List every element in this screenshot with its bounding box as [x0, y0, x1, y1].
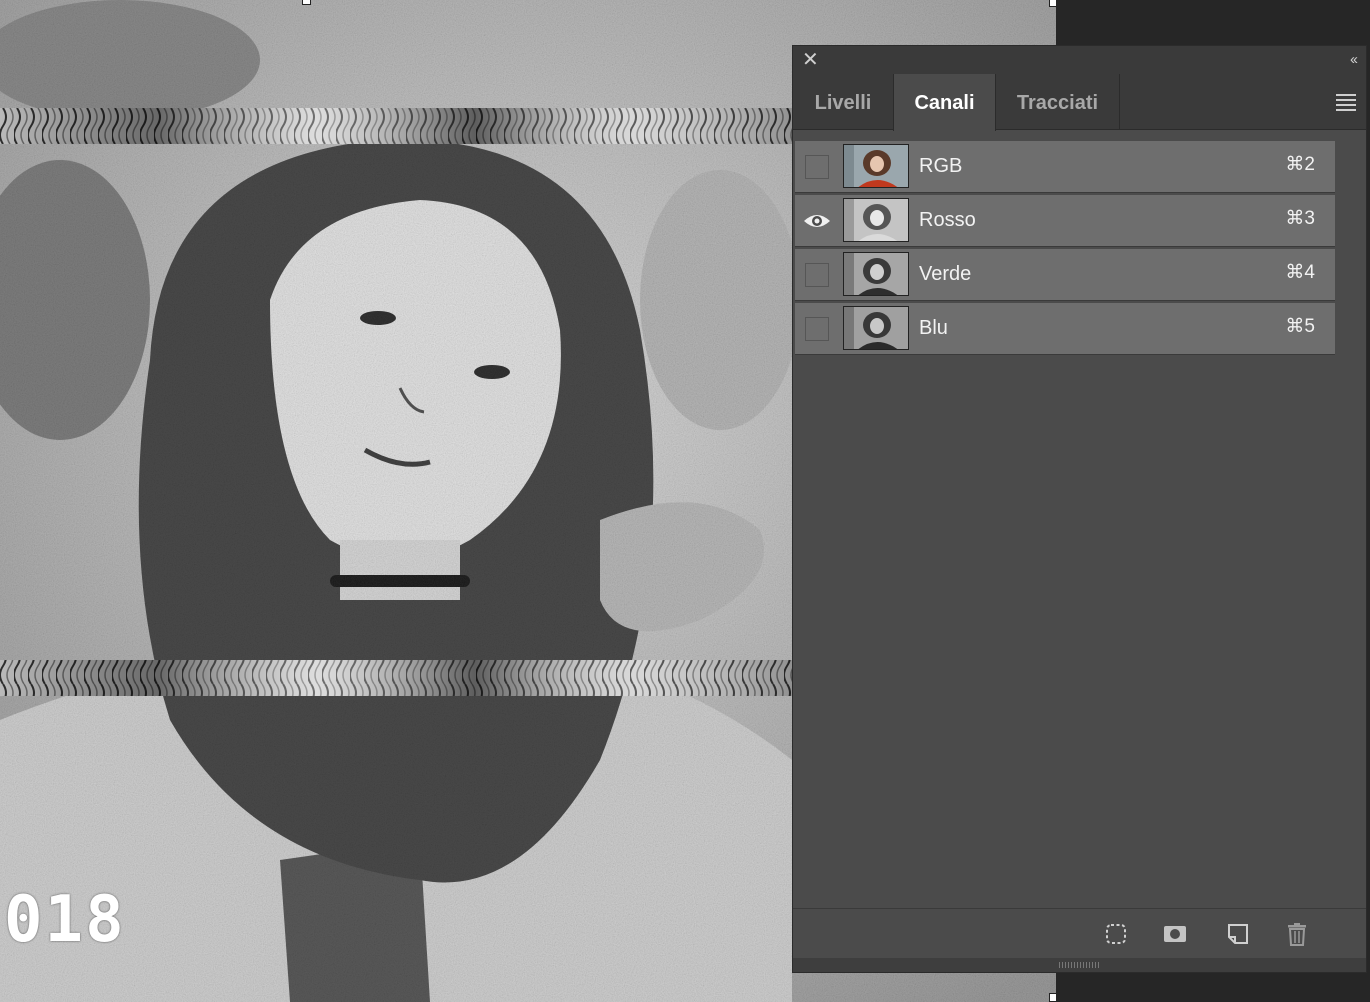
tab-label: Livelli [814, 92, 872, 114]
panel-tabbar: Livelli Canali Tracciati [793, 74, 1366, 131]
channel-name: RGB [919, 155, 963, 177]
channel-thumbnail-verde [843, 252, 909, 296]
channel-shortcut: ⌘4 [1285, 262, 1315, 283]
channel-row-rgb[interactable]: RGB ⌘2 [795, 141, 1335, 193]
visibility-toggle[interactable] [805, 263, 829, 287]
channel-thumbnail-rgb [843, 144, 909, 188]
channel-name: Verde [919, 263, 972, 285]
transform-handle-top-right[interactable] [1049, 0, 1056, 7]
load-selection-icon[interactable] [1104, 922, 1128, 946]
channel-name: Rosso [919, 209, 976, 231]
tab-label: Canali [914, 92, 975, 114]
channel-list: RGB ⌘2 Rosso ⌘3 Verde ⌘4 Blu ⌘5 [795, 141, 1335, 357]
panel-footer [793, 908, 1366, 959]
visibility-toggle[interactable] [805, 155, 829, 179]
channel-thumbnail-rosso [843, 198, 909, 242]
save-selection-icon[interactable] [1163, 922, 1187, 946]
channel-row-verde[interactable]: Verde ⌘4 [795, 249, 1335, 301]
channels-panel: ✕ ‹‹ Livelli Canali Tracciati RGB ⌘2 Ros… [792, 45, 1367, 973]
new-channel-icon[interactable] [1226, 922, 1250, 946]
transform-handle-top[interactable] [302, 0, 311, 5]
transform-handle-bottom-right[interactable] [1049, 993, 1056, 1002]
grip-handle[interactable] [1059, 962, 1099, 968]
visibility-toggle[interactable] [805, 317, 829, 341]
channel-shortcut: ⌘5 [1285, 316, 1315, 337]
panel-menu-icon[interactable] [1336, 94, 1356, 114]
panel-titlebar[interactable]: ✕ ‹‹ [793, 46, 1366, 74]
tab-livelli[interactable]: Livelli [793, 74, 894, 130]
tab-canali[interactable]: Canali [893, 74, 996, 131]
channel-row-rosso[interactable]: Rosso ⌘3 [795, 195, 1335, 247]
eye-icon[interactable] [803, 212, 831, 230]
tab-tracciati[interactable]: Tracciati [996, 74, 1120, 130]
channel-shortcut: ⌘3 [1285, 208, 1315, 229]
close-icon[interactable]: ✕ [802, 49, 819, 71]
channel-thumbnail-blu [843, 306, 909, 350]
panel-resize-grip[interactable] [793, 958, 1366, 972]
channel-name: Blu [919, 317, 948, 339]
channel-row-blu[interactable]: Blu ⌘5 [795, 303, 1335, 355]
channel-list-scrollbar[interactable] [1337, 141, 1366, 953]
channel-shortcut: ⌘2 [1285, 154, 1315, 175]
delete-channel-icon[interactable] [1285, 922, 1309, 946]
tab-label: Tracciati [1016, 92, 1099, 114]
collapse-icon[interactable]: ‹‹ [1350, 49, 1358, 71]
canvas-overlay-text: 018 [4, 883, 126, 957]
